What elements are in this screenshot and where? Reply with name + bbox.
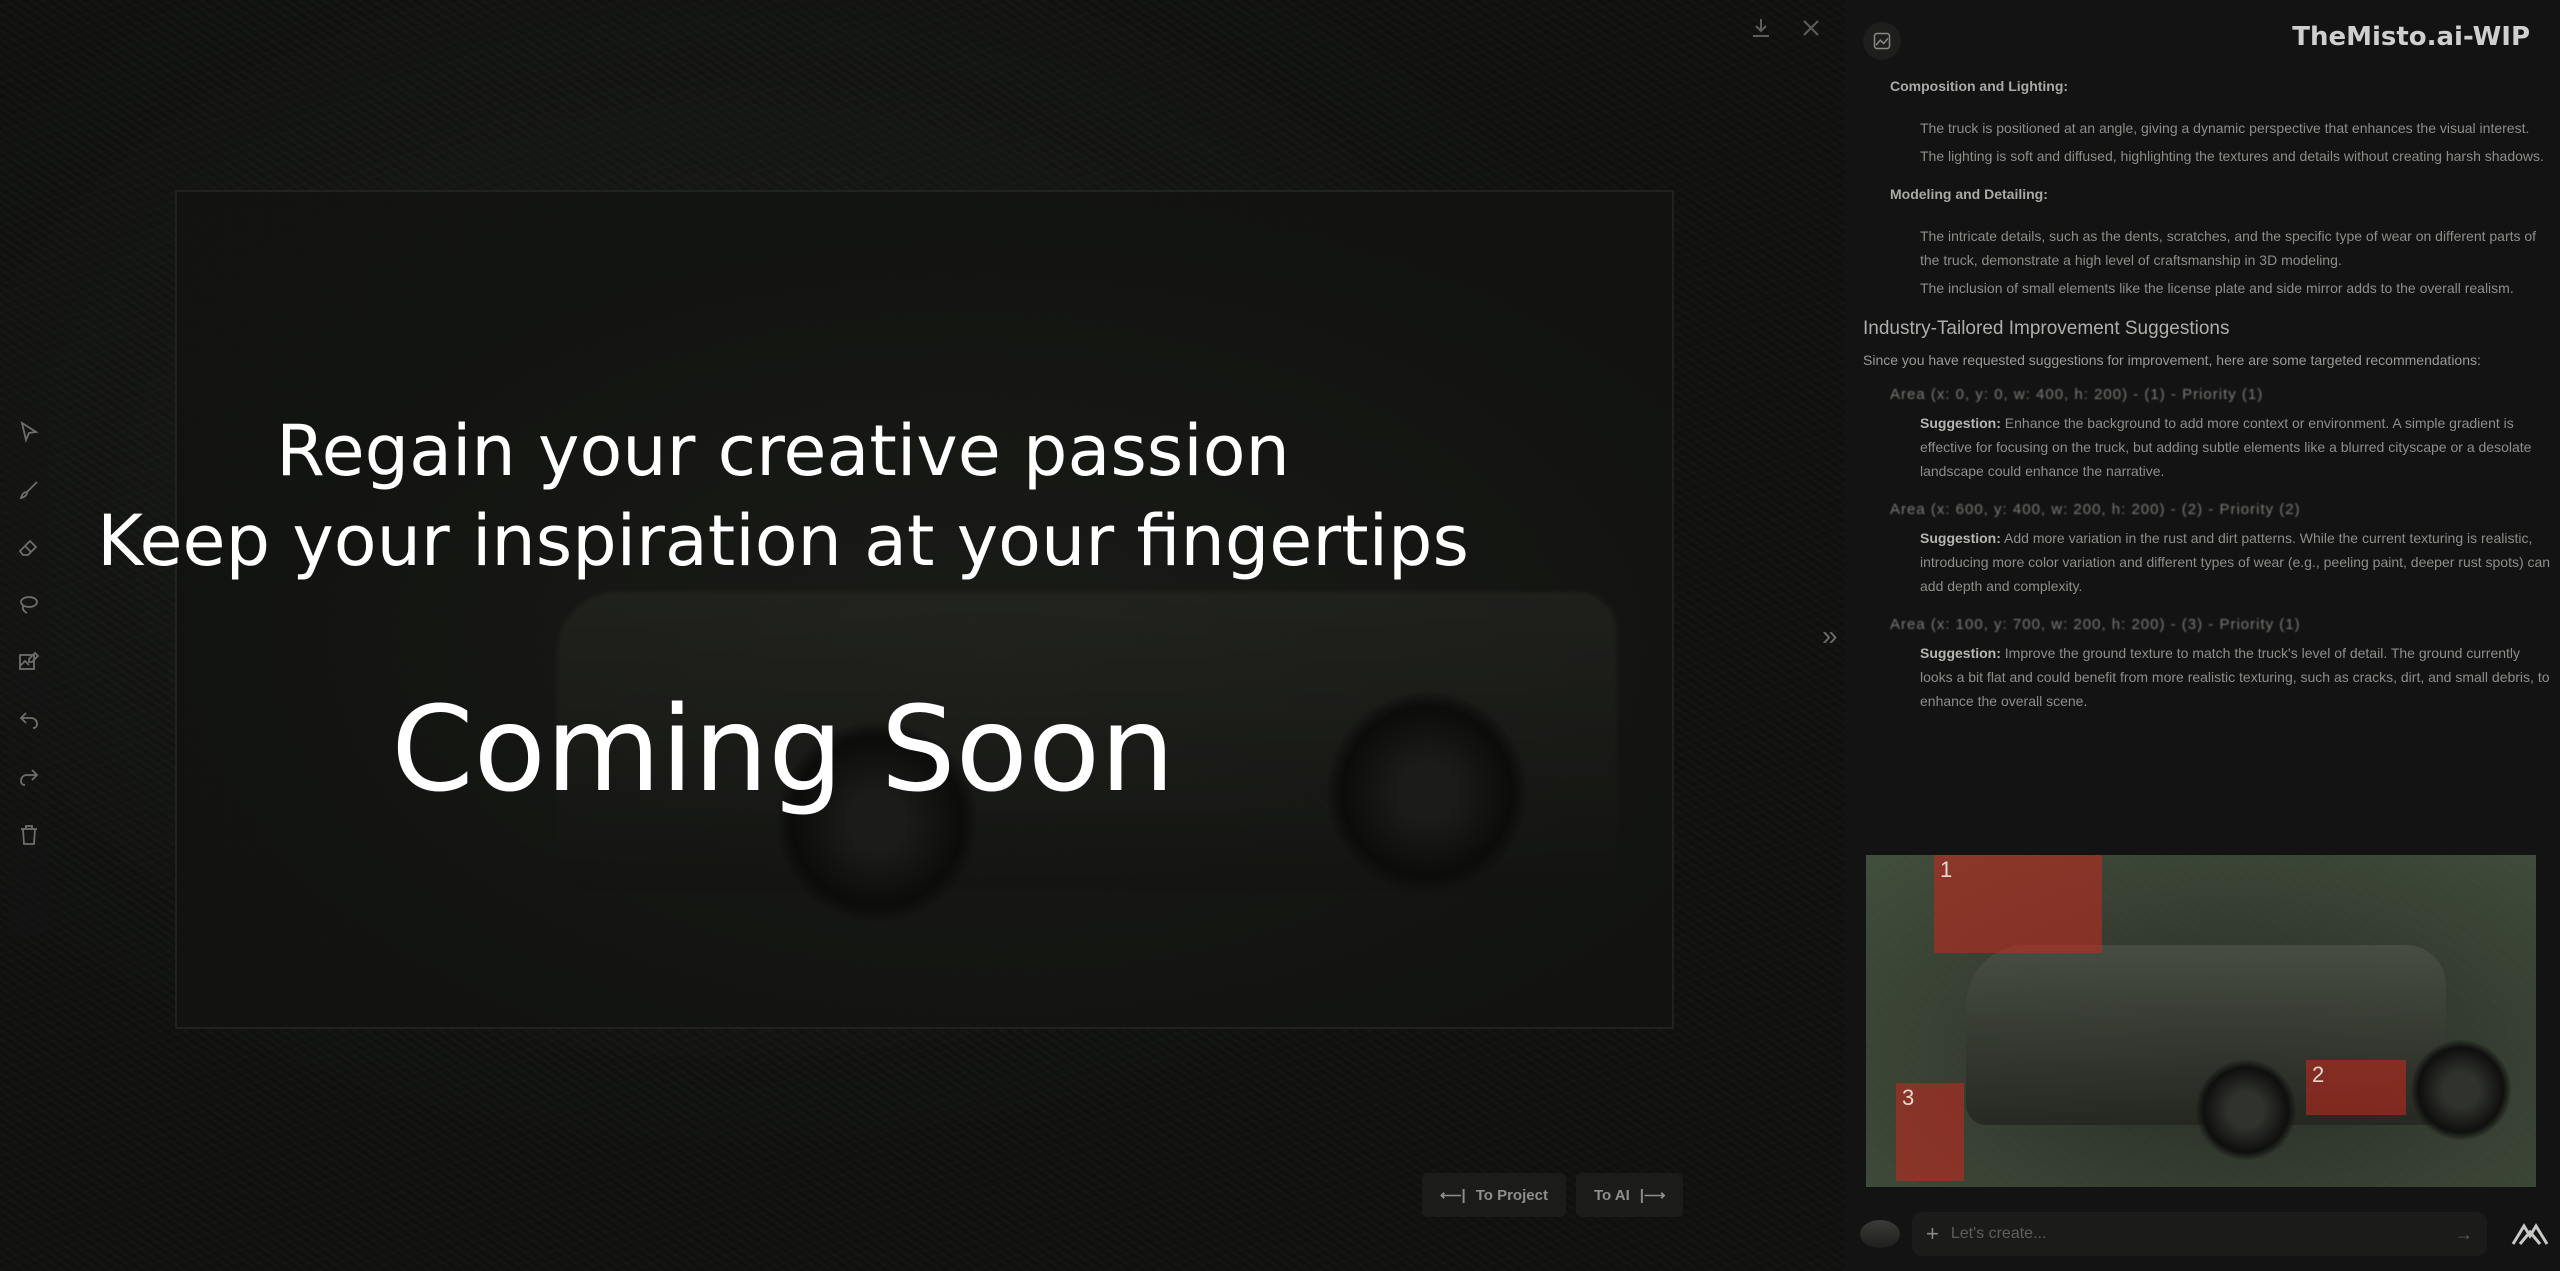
suggestion-text: Suggestion: Enhance the background to ad…: [1920, 411, 2553, 483]
region-1-marker[interactable]: 1: [1934, 855, 2102, 953]
suggestion-area: Area (x: 100, y: 700, w: 200, h: 200) - …: [1890, 616, 2301, 633]
layers-icon[interactable]: [1860, 1220, 1900, 1248]
plus-icon[interactable]: +: [1926, 1221, 1939, 1247]
coming-soon-banner: Coming Soon: [391, 680, 1175, 818]
analysis-bullet: The intricate details, such as the dents…: [1920, 228, 2537, 268]
prompt-bar: + →: [1860, 1212, 2550, 1256]
overlay-tagline-1: Regain your creative passion: [276, 410, 1290, 492]
suggestion-text: Suggestion: Add more variation in the ru…: [1920, 526, 2553, 598]
suggestion-body: Add more variation in the rust and dirt …: [1920, 530, 2551, 594]
suggestion-text: Suggestion: Improve the ground texture t…: [1920, 641, 2553, 713]
suggestion-area: Area (x: 0, y: 0, w: 400, h: 200) - (1) …: [1890, 386, 2264, 403]
canvas-top-actions: [1745, 12, 1827, 44]
suggestion-label: Suggestion:: [1920, 645, 2001, 661]
prompt-input[interactable]: [1948, 1224, 2455, 1244]
arrow-right-bar-icon: |⟶: [1639, 1187, 1666, 1204]
analysis-bullet: The lighting is soft and diffused, highl…: [1920, 148, 2544, 164]
region-2-marker[interactable]: 2: [2306, 1060, 2406, 1115]
analysis-content: Composition and Lighting: The truck is p…: [1863, 78, 2553, 713]
to-ai-button[interactable]: To AI |⟶: [1575, 1173, 1684, 1217]
to-ai-label: To AI: [1593, 1186, 1630, 1204]
section-title: Composition and Lighting:: [1890, 78, 2069, 94]
suggestion-area: Area (x: 600, y: 400, w: 200, h: 200) - …: [1890, 501, 2301, 518]
arrow-left-bar-icon: ⟵|: [1440, 1187, 1466, 1204]
panel-header: TheMisto.ai-WIP: [1863, 22, 2560, 62]
suggestion-label: Suggestion:: [1920, 530, 2001, 546]
suggestions-intro: Since you have requested suggestions for…: [1863, 352, 2481, 368]
region-3-marker[interactable]: 3: [1896, 1083, 1964, 1181]
misto-logo-icon[interactable]: [2510, 1218, 2550, 1250]
analysis-bullet: The inclusion of small elements like the…: [1920, 280, 2514, 296]
annotated-preview-image[interactable]: 1 2 3: [1866, 855, 2536, 1187]
suggestions-heading: Industry-Tailored Improvement Suggestion…: [1863, 318, 2230, 339]
overlay-tagline-2: Keep your inspiration at your fingertips: [97, 500, 1469, 582]
collapse-panel-chevron-icon[interactable]: »: [1822, 620, 1838, 652]
section-title: Modeling and Detailing:: [1890, 186, 2048, 202]
suggestion-body: Enhance the background to add more conte…: [1920, 415, 2532, 479]
preview-wheel: [2411, 1040, 2511, 1140]
to-project-label: To Project: [1475, 1186, 1548, 1204]
suggestion-body: Improve the ground texture to match the …: [1920, 645, 2550, 709]
suggestion-label: Suggestion:: [1920, 415, 2001, 431]
prompt-field: + →: [1912, 1212, 2487, 1256]
lasso-icon[interactable]: [12, 588, 46, 622]
analysis-bullet: The truck is positioned at an angle, giv…: [1920, 120, 2530, 136]
trash-icon[interactable]: [12, 818, 46, 852]
canvas-area[interactable]: » ⟵| To Project To AI |⟶: [0, 0, 1845, 1271]
overlay-dim: [0, 0, 1845, 1271]
image-edit-icon[interactable]: [12, 645, 46, 679]
download-icon[interactable]: [1745, 12, 1777, 44]
preview-wheel: [2196, 1060, 2296, 1160]
to-project-button[interactable]: ⟵| To Project: [1422, 1173, 1566, 1217]
send-arrow-icon[interactable]: →: [2455, 1224, 2473, 1245]
close-icon[interactable]: [1795, 12, 1827, 44]
bottom-navigation: ⟵| To Project To AI |⟶: [1422, 1173, 1684, 1217]
brand-logo: TheMisto.ai-WIP: [2292, 22, 2530, 52]
image-icon[interactable]: [1863, 22, 1901, 60]
